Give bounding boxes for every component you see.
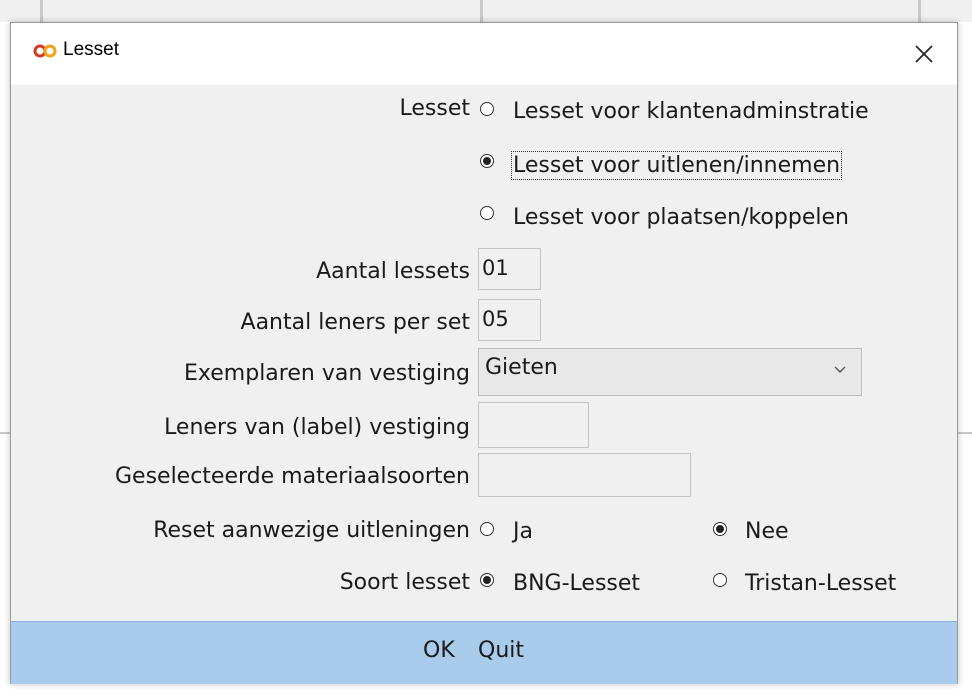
lesset-dialog: Lesset Lesset Lesset voor klantenadminst… — [10, 22, 958, 684]
ok-button[interactable]: OK — [423, 638, 455, 663]
radio-klantenadminstratie[interactable] — [480, 102, 494, 116]
title-bar: Lesset — [11, 23, 957, 85]
materiaalsoorten-label: Geselecteerde materiaalsoorten — [114, 464, 470, 489]
option-bng-lesset[interactable]: BNG-Lesset — [513, 571, 640, 596]
quit-button[interactable]: Quit — [478, 638, 524, 663]
reset-label: Reset aanwezige uitleningen — [153, 518, 470, 543]
materiaalsoorten-input[interactable] — [478, 453, 691, 497]
aantal-lessets-input[interactable]: 01 — [478, 248, 541, 290]
option-reset-ja[interactable]: Ja — [513, 519, 533, 544]
option-plaatsen-koppelen[interactable]: Lesset voor plaatsen/koppelen — [513, 205, 849, 230]
radio-bng-lesset[interactable] — [480, 573, 494, 587]
button-bar: OK Quit — [11, 621, 957, 684]
background-divider — [0, 432, 10, 434]
background-divider — [918, 0, 921, 22]
radio-uitlenen-innemen[interactable] — [480, 154, 494, 168]
vestiging-selected-value: Gieten — [485, 355, 558, 380]
background-window-strip — [0, 0, 972, 22]
infinity-icon — [33, 44, 57, 58]
background-divider — [40, 0, 43, 22]
close-icon — [915, 45, 933, 63]
window-title: Lesset — [63, 39, 119, 60]
option-reset-nee[interactable]: Nee — [745, 519, 789, 544]
aantal-lessets-label: Aantal lessets — [316, 259, 470, 284]
close-button[interactable] — [891, 23, 957, 85]
option-tristan-lesset[interactable]: Tristan-Lesset — [745, 571, 896, 596]
radio-reset-ja[interactable] — [480, 522, 494, 536]
soort-lesset-label: Soort lesset — [339, 570, 470, 595]
aantal-leners-input[interactable]: 05 — [478, 299, 541, 341]
radio-tristan-lesset[interactable] — [713, 573, 727, 587]
leners-vestiging-input[interactable] — [478, 402, 589, 448]
radio-reset-nee[interactable] — [713, 522, 727, 536]
lesset-label: Lesset — [399, 96, 471, 121]
radio-plaatsen-koppelen[interactable] — [480, 206, 494, 220]
option-uitlenen-innemen[interactable]: Lesset voor uitlenen/innemen — [510, 151, 843, 180]
aantal-leners-label: Aantal leners per set — [240, 310, 470, 335]
option-klantenadminstratie[interactable]: Lesset voor klantenadminstratie — [513, 99, 869, 124]
chevron-down-icon — [834, 366, 846, 373]
vestiging-dropdown[interactable]: Gieten — [478, 348, 862, 396]
exemplaren-label: Exemplaren van vestiging — [184, 361, 470, 386]
background-divider — [958, 432, 972, 434]
leners-vestiging-label: Leners van (label) vestiging — [164, 415, 470, 440]
background-divider — [480, 0, 483, 22]
